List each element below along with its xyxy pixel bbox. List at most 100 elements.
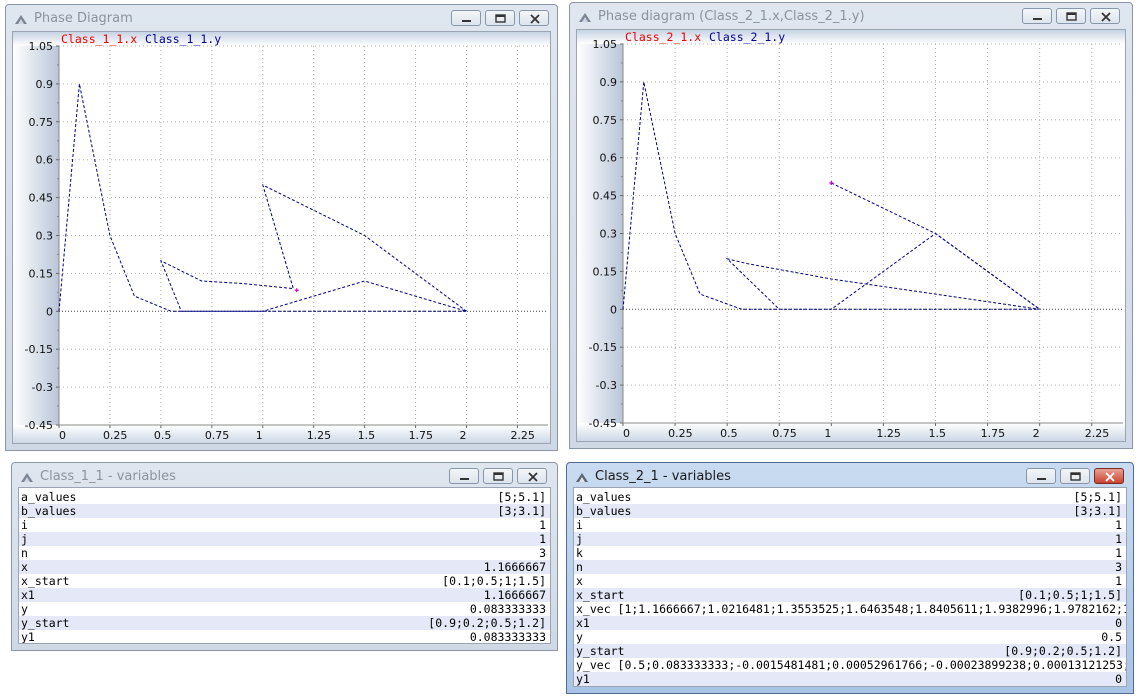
minimize-button[interactable] [1022,8,1052,24]
x-tick-label: 0 [623,427,630,440]
variable-name: y [21,602,28,616]
variable-value: [0.1;0.5;1;1.5] [442,574,546,588]
maximize-icon [495,14,506,23]
variable-row[interactable]: x1 1.1666667 [19,588,550,602]
variable-row[interactable]: n3 [574,560,1126,574]
variables-window-1[interactable]: Class_1_1 - variables a_values [5;5.1] b_v… [11,462,558,651]
minimize-icon [460,478,469,480]
variable-value: 0 [1115,672,1122,686]
variable-value: [0.9;0.2;0.5;1.2] [428,616,546,630]
variable-row[interactable]: x_start [0.1;0.5;1;1.5] [19,574,550,588]
variable-row[interactable]: y_vec [0.5;0.083333333;-0.0015481481;0.0… [574,658,1126,672]
y-tick-label: 0 [46,305,53,318]
variable-row[interactable]: y 0.5 [574,630,1126,644]
maximize-icon [1066,12,1077,21]
variable-name: x1 [576,616,590,630]
variable-name: a_values [576,490,632,504]
y-tick-label: -0.3 [596,379,617,392]
variable-row[interactable]: i1 [574,518,1126,532]
y-tick-label: -0.45 [25,419,53,432]
variable-row[interactable]: n3 [19,546,550,560]
variable-value: 1 [1115,546,1122,560]
window-title: Phase diagram (Class_2_1.x,Class_2_1.y) [598,9,865,24]
maximize-button[interactable] [1056,8,1086,24]
close-icon [1105,472,1115,482]
title-bar[interactable]: Phase diagram (Class_2_1.x,Class_2_1.y) [570,3,1132,31]
y-tick-label: 0 [610,303,617,316]
variable-row[interactable]: x 1.1666667 [19,560,550,574]
phase-diagram-window-2[interactable]: Phase diagram (Class_2_1.x,Class_2_1.y) … [569,2,1133,449]
plot-area[interactable]: 0 0.25 0.5 0.75 1 1.25 1.5 1.75 2 2.25 1.05 0.9 0.75… [576,29,1126,442]
x-tick-label: 1.75 [981,427,1006,440]
variable-row[interactable]: y 0.083333333 [19,602,550,616]
variables-window-2[interactable]: Class_2_1 - variables a_values [5;5.1] b_v… [566,462,1134,694]
minimize-icon [1033,18,1042,20]
variable-row[interactable]: j1 [19,532,550,546]
variable-row[interactable]: y1 0 [574,672,1126,686]
variable-name: x [21,560,28,574]
window-title: Class_1_1 - variables [40,469,176,484]
maximize-button[interactable] [483,468,513,484]
variable-row[interactable]: b_values [3;3.1] [574,504,1126,518]
variable-value: 1 [539,532,546,546]
plot-area[interactable]: 0 0.25 0.5 0.75 1 1.25 1.5 1.75 2 2.25 1.05 0.9 0.75… [12,31,551,444]
variable-row[interactable]: y_start [0.9;0.2;0.5;1.2] [574,644,1126,658]
variable-row[interactable]: x_vec [1;1.1666667;1.0216481;1.3553525;1… [574,602,1126,616]
bottom-margin [13,425,550,443]
variable-row[interactable]: y1 0.083333333 [19,630,550,643]
variable-row[interactable]: a_values [5;5.1] [19,490,550,504]
y-tick-label: 0.45 [593,190,618,203]
variable-value: [3;3.1] [497,504,546,518]
variable-value: [3;3.1] [1073,504,1122,518]
variable-row[interactable]: y_start [0.9;0.2;0.5;1.2] [19,616,550,630]
minimize-button[interactable] [1026,468,1056,484]
variable-value: 1.1666667 [483,560,546,574]
close-button[interactable] [517,468,547,484]
legend-x-label: Class_1_1.x [61,32,137,46]
variable-row[interactable]: i1 [19,518,550,532]
window-title: Phase Diagram [34,11,133,26]
variable-row[interactable]: b_values [3;3.1] [19,504,550,518]
close-icon [530,14,540,24]
y-tick-label: 0.3 [36,230,54,243]
minimize-button[interactable] [449,468,479,484]
variable-row[interactable]: x_start [0.1;0.5;1;1.5] [574,588,1126,602]
legend-y-label: Class_2_1.y [709,30,785,44]
variable-row[interactable]: x1 0 [574,616,1126,630]
current-point-marker [294,288,299,293]
variable-name: y_start [576,644,625,658]
variables-list[interactable]: a_values [5;5.1] b_values [3;3.1] i 1 j 1 k 1 n 3 x 1… [573,487,1127,687]
phase-diagram-window-1[interactable]: Phase Diagram 0 0.25 0.5 0.75 1 1.25 1.5 1.75 2 2… [5,4,558,451]
y-tick-label: 1.05 [593,38,618,51]
variable-name: b_values [21,504,77,518]
minimize-icon [1037,478,1046,480]
variable-value: [5;5.1] [497,490,546,504]
variable-value: 3 [539,546,546,560]
variable-row[interactable]: x1 [574,574,1126,588]
phase-plot[interactable]: 0 0.25 0.5 0.75 1 1.25 1.5 1.75 2 2.25 1.05 0.9 0.75… [577,30,1126,442]
variable-row[interactable]: a_values [5;5.1] [574,490,1126,504]
minimize-button[interactable] [451,10,481,26]
app-icon [579,13,591,22]
x-tick-label: 2.25 [510,429,535,442]
variables-list[interactable]: a_values [5;5.1] b_values [3;3.1] i 1 j 1 n 3 x 1.1… [18,487,551,644]
phase-plot[interactable]: 0 0.25 0.5 0.75 1 1.25 1.5 1.75 2 2.25 1.05 0.9 0.75… [13,32,551,444]
x-tick-label: 1.5 [929,427,947,440]
variable-name: y_start [21,616,70,630]
x-tick-label: 1 [824,427,831,440]
variable-name: x_start [576,588,625,602]
variable-row[interactable]: j1 [574,532,1126,546]
variable-value: 0.5 [1101,630,1122,644]
variable-value: 1 [1115,518,1122,532]
variable-value: 1 [539,518,546,532]
variable-name: n [21,546,28,560]
maximize-button[interactable] [485,10,515,26]
y-tick-label: 0.6 [600,152,618,165]
close-button[interactable] [519,10,549,26]
variable-value: 0.083333333 [469,602,546,616]
maximize-button[interactable] [1060,468,1090,484]
title-bar[interactable]: Phase Diagram [6,5,557,33]
close-button[interactable] [1094,468,1124,484]
close-button[interactable] [1090,8,1120,24]
variable-row[interactable]: k1 [574,546,1126,560]
